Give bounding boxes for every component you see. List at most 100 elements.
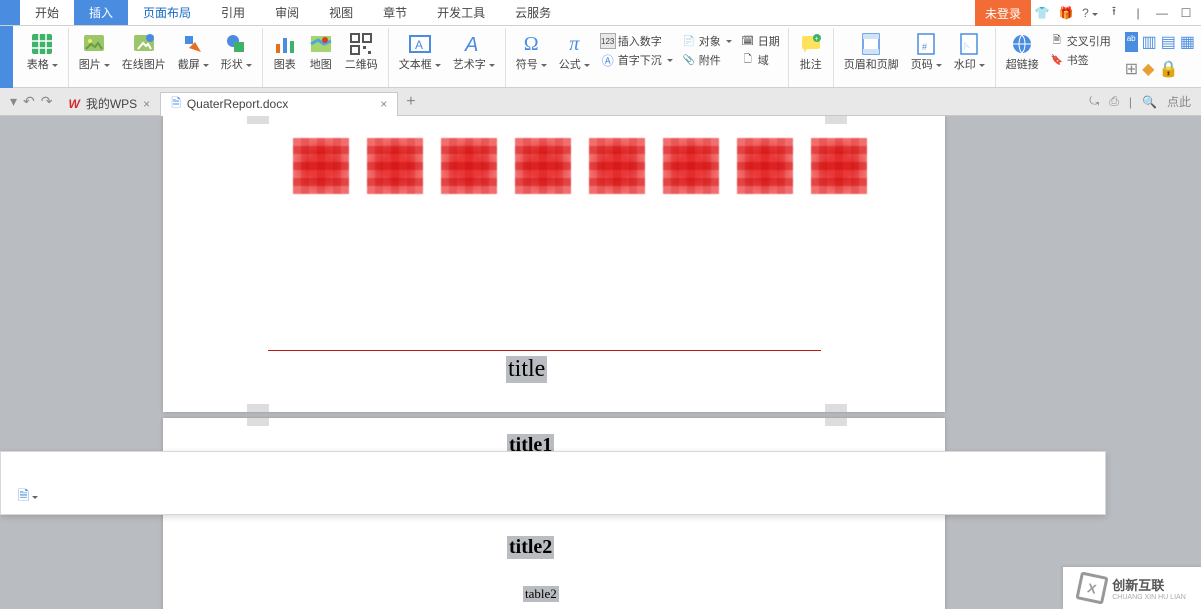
help-dropdown-icon[interactable]: ?	[1079, 2, 1101, 24]
ribbon-accent[interactable]	[0, 26, 13, 88]
date-icon: 🗓	[740, 33, 756, 49]
field-button[interactable]: 🗋域	[738, 51, 782, 69]
attach-icon: 📎	[681, 52, 697, 68]
table-label: 表格	[27, 58, 58, 72]
dropcap-button[interactable]: Ⓐ首字下沉	[598, 51, 675, 69]
wps-logo-icon: W	[69, 97, 80, 111]
menu-tab-review[interactable]: 审阅	[260, 0, 314, 25]
misc-icon-5[interactable]: ⊞	[1125, 59, 1138, 79]
comment-icon: +	[799, 32, 823, 56]
brand-subtext: CHUANG XIN HU LIAN	[1112, 594, 1186, 601]
misc-icon-6[interactable]: ◆	[1142, 59, 1154, 79]
insertnum-button[interactable]: 123插入数字	[598, 32, 675, 50]
doc-table2[interactable]: table2	[523, 586, 559, 602]
crossref-button[interactable]: 🗎交叉引用	[1047, 32, 1113, 50]
undo-icon[interactable]: ↶	[23, 93, 35, 110]
doc-tab-home-label: 我的WPS	[86, 95, 137, 112]
misc-icon-3[interactable]: ▤	[1161, 32, 1176, 52]
doc-title[interactable]: title	[506, 356, 547, 383]
shape-icon	[224, 32, 248, 56]
redo-icon[interactable]: ↷	[41, 93, 53, 110]
menu-tab-chapter[interactable]: 章节	[368, 0, 422, 25]
login-badge[interactable]: 未登录	[975, 0, 1031, 26]
qrcode-button[interactable]: 二维码	[341, 30, 382, 74]
chart-label: 图表	[274, 58, 296, 72]
menu-bar: 开始 插入 页面布局 引用 审阅 视图 章节 开发工具 云服务 未登录 👕 🎁 …	[0, 0, 1201, 26]
table-icon	[30, 32, 54, 56]
shape-button[interactable]: 形状	[217, 30, 256, 74]
screenshot-label: 截屏	[178, 58, 209, 72]
doc-tab-home[interactable]: W 我的WPS ×	[59, 92, 161, 116]
table-button[interactable]: 表格	[23, 30, 62, 74]
floating-context-bar: 🗎	[0, 451, 1106, 515]
misc-icon-7[interactable]: 🔒	[1158, 59, 1178, 79]
date-button[interactable]: 🗓日期	[738, 32, 782, 50]
onlinepic-button[interactable]: 在线图片	[118, 30, 170, 74]
skin-icon[interactable]: 👕	[1031, 2, 1053, 24]
attach-button[interactable]: 📎附件	[679, 51, 734, 69]
menu-tab-view[interactable]: 视图	[314, 0, 368, 25]
picture-button[interactable]: 图片	[75, 30, 114, 74]
share-icon[interactable]: ⎙	[1109, 94, 1119, 109]
watermark-button[interactable]: A 水印	[950, 30, 989, 74]
feedback-icon[interactable]: ⭱	[1103, 2, 1125, 24]
bookmark-button[interactable]: 🔖书签	[1047, 51, 1113, 69]
screenshot-button[interactable]: 截屏	[174, 30, 213, 74]
formula-label: 公式	[559, 58, 590, 72]
document-page-1[interactable]: title	[163, 116, 945, 412]
map-button[interactable]: 地图	[305, 30, 337, 74]
hyperlink-label: 超链接	[1006, 58, 1039, 72]
pagenum-button[interactable]: # 页码	[907, 30, 946, 74]
picture-icon	[82, 32, 106, 56]
object-button[interactable]: 📄对象	[679, 32, 734, 50]
comment-button[interactable]: + 批注	[795, 30, 827, 74]
textbox-button[interactable]: A 文本框	[395, 30, 445, 74]
ribbon-group-misc: ab ▥ ▤ ▦ ⊞ ◆ 🔒	[1119, 28, 1197, 87]
ribbon-group-text: A 文本框 A 艺术字	[389, 28, 506, 87]
symbol-button[interactable]: Ω 符号	[512, 30, 551, 74]
misc-icon-2[interactable]: ▥	[1142, 32, 1157, 52]
field-icon: 🗋	[740, 52, 756, 68]
brand-watermark: X 创新互联 CHUANG XIN HU LIAN	[1063, 567, 1201, 609]
dropcap-label: 首字下沉	[618, 52, 662, 68]
status-right-label[interactable]: 点此	[1167, 93, 1191, 110]
menu-tab-start[interactable]: 开始	[20, 0, 74, 25]
insertnum-icon: 123	[600, 33, 616, 49]
search-icon[interactable]: 🔍	[1142, 95, 1157, 109]
onlinepic-icon	[132, 32, 156, 56]
hyperlink-button[interactable]: 超链接	[1002, 30, 1043, 74]
app-menu-accent[interactable]	[0, 0, 20, 25]
chart-button[interactable]: 图表	[269, 30, 301, 74]
wordart-icon: A	[462, 32, 486, 56]
misc-icon-4[interactable]: ▦	[1180, 32, 1195, 52]
divider: |	[1127, 2, 1149, 24]
formula-button[interactable]: π 公式	[555, 30, 594, 74]
menu-tab-devtools[interactable]: 开发工具	[422, 0, 500, 25]
close-home-tab-icon[interactable]: ×	[143, 97, 150, 111]
context-doc-dropdown[interactable]: 🗎	[17, 486, 39, 508]
menu-tab-pagelayout[interactable]: 页面布局	[128, 0, 206, 25]
doc-tab-active-label: QuaterReport.docx	[187, 97, 288, 111]
add-tab-icon[interactable]: +	[406, 93, 415, 111]
close-doc-tab-icon[interactable]: ×	[380, 97, 387, 111]
menu-tab-reference[interactable]: 引用	[206, 0, 260, 25]
qat-dropdown-icon[interactable]: ▾	[10, 93, 17, 110]
textbox-icon: A	[408, 32, 432, 56]
ribbon-group-link: 超链接 🗎交叉引用 🔖书签	[996, 28, 1119, 87]
map-label: 地图	[310, 58, 332, 72]
minimize-icon[interactable]: —	[1151, 2, 1173, 24]
misc-icon-1[interactable]: ab	[1125, 32, 1138, 52]
doc-title2[interactable]: title2	[507, 536, 554, 559]
gift-icon[interactable]: 🎁	[1055, 2, 1077, 24]
shape-label: 形状	[221, 58, 252, 72]
maximize-icon[interactable]: ☐	[1175, 2, 1197, 24]
pagenum-icon: #	[914, 32, 938, 56]
menu-tab-cloud[interactable]: 云服务	[500, 0, 566, 25]
settings-icon[interactable]: ⤿	[1089, 94, 1099, 109]
doc-tab-active[interactable]: 🗎 QuaterReport.docx ×	[160, 92, 398, 116]
watermark-label: 水印	[954, 58, 985, 72]
menu-tab-insert[interactable]: 插入	[74, 0, 128, 25]
wordart-button[interactable]: A 艺术字	[449, 30, 499, 74]
attach-label: 附件	[699, 52, 721, 68]
headerfooter-button[interactable]: 页眉和页脚	[840, 30, 903, 74]
